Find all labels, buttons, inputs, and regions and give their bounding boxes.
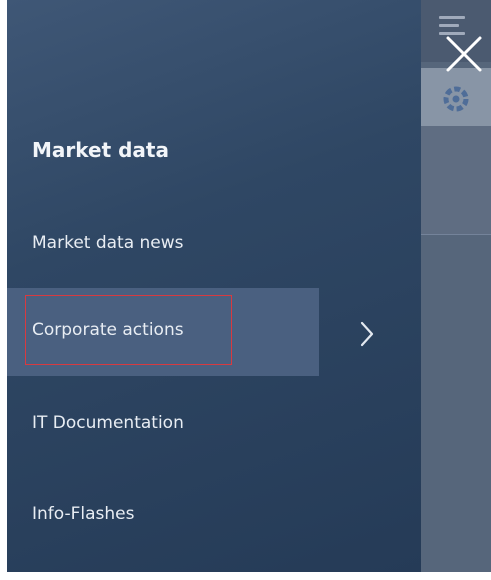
menu-item-info-flashes[interactable]: Info-Flashes [7,493,319,537]
menu-item-label: Market data news [32,233,184,253]
menu-item-market-data-news[interactable]: Market data news [7,222,319,266]
menu-item-label: Info-Flashes [32,504,135,524]
chevron-right-icon[interactable] [357,320,377,348]
background-panel [421,126,491,234]
menu-item-label: Corporate actions [32,320,184,340]
background-divider [421,234,491,235]
gear-icon [441,84,471,114]
close-icon [446,36,482,72]
navigation-drawer: Market data Market data news Corporate a… [7,0,421,572]
menu-item-label: IT Documentation [32,413,184,433]
close-button[interactable] [444,34,484,74]
menu-heading: Market data [32,138,169,162]
menu-item-it-documentation[interactable]: IT Documentation [7,402,319,446]
app-frame: Market data Market data news Corporate a… [7,0,491,572]
menu-item-corporate-actions[interactable]: Corporate actions [7,288,319,376]
